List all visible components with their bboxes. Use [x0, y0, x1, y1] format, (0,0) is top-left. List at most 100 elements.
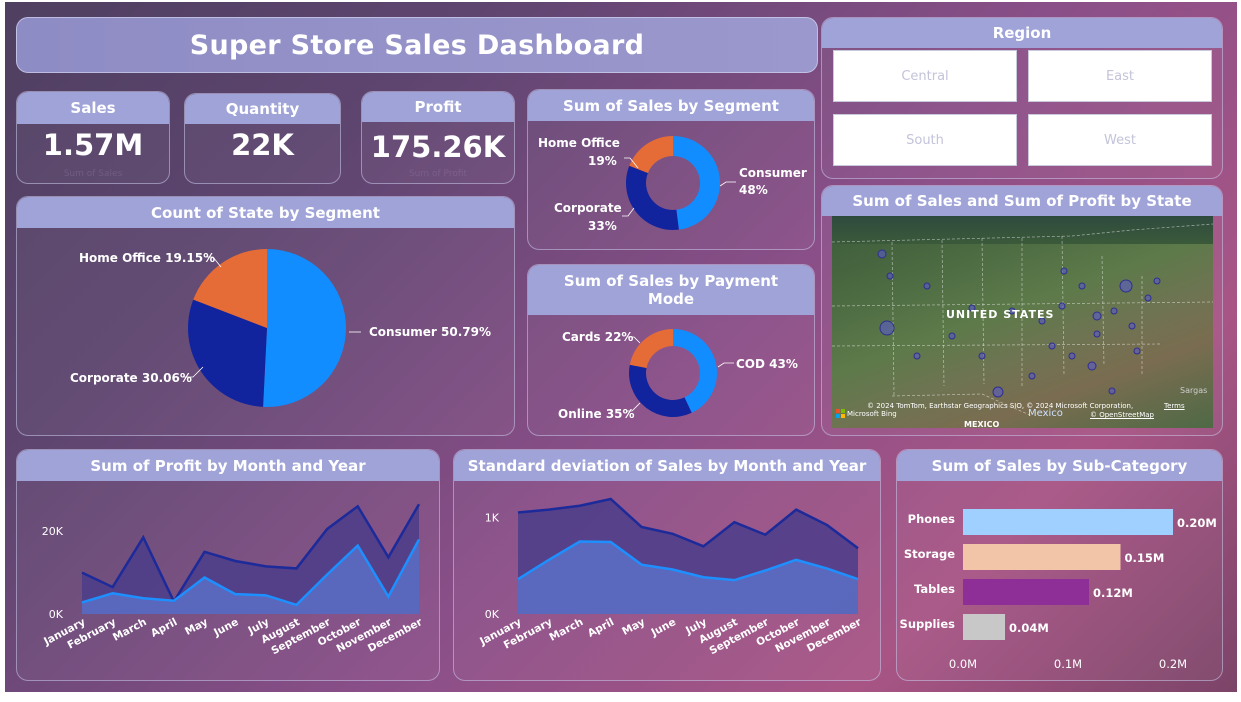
- bar-category-label: Tables: [914, 582, 955, 596]
- map-sargasso-label: Sargas: [1180, 386, 1208, 395]
- map-bubble[interactable]: [1144, 294, 1152, 302]
- bar-value-label: 0.12M: [1093, 586, 1133, 600]
- map-bubble[interactable]: [877, 249, 887, 259]
- map-bubble[interactable]: [978, 352, 986, 360]
- x-tick-label: May: [620, 616, 647, 638]
- map-attribution: © 2024 TomTom, Earthstar Geographics SIO…: [867, 402, 1134, 410]
- region-option-south[interactable]: South: [833, 114, 1017, 166]
- map-bubble[interactable]: [1108, 387, 1116, 395]
- kpi-card-sales: Sales 1.57M Sum of Sales: [16, 91, 170, 184]
- map-osm-link[interactable]: © OpenStreetMap: [1090, 411, 1154, 419]
- map-terms-link[interactable]: Terms: [1164, 402, 1185, 410]
- map-bubble[interactable]: [1058, 302, 1066, 310]
- segment-label-home-office: Home Office: [538, 136, 620, 150]
- map-country-label: UNITED STATES: [946, 308, 1055, 321]
- leader-line: [622, 207, 635, 217]
- slice-consumer[interactable]: [263, 249, 346, 407]
- x-tick-label: June: [648, 616, 677, 639]
- map-overlay: [832, 223, 1213, 417]
- leader-line: [719, 181, 736, 187]
- kpi-profit-sub: Sum of Profit: [408, 169, 468, 179]
- map-bubble[interactable]: [1128, 322, 1136, 330]
- map-bubble[interactable]: [1119, 279, 1133, 293]
- state-pie-chart: Home Office 19.15% Consumer 50.79% Corpo…: [70, 249, 491, 407]
- map-bubble[interactable]: [992, 386, 1004, 398]
- map-bubble[interactable]: [1092, 311, 1102, 321]
- profit-area-card: Sum of Profit by Month and Year 0K 20K Jan…: [16, 449, 440, 681]
- bing-label: Microsoft Bing: [847, 409, 897, 418]
- map-bubble[interactable]: [1133, 347, 1141, 355]
- x-tick-label: June: [211, 616, 240, 639]
- map-bubble[interactable]: [1087, 361, 1097, 371]
- payment-donut-slices: [629, 329, 717, 417]
- map-mexico-caps: MEXICO: [964, 420, 1000, 428]
- bar-phones[interactable]: [963, 509, 1173, 535]
- map-bubble[interactable]: [1048, 342, 1056, 350]
- map-bubble[interactable]: [886, 272, 894, 280]
- dashboard-canvas: Super Store Sales Dashboard Sales 1.57M …: [5, 2, 1237, 692]
- bar-supplies[interactable]: [963, 614, 1005, 640]
- y-tick-label: 0K: [485, 608, 500, 621]
- slice-consumer[interactable]: [673, 136, 721, 230]
- kpi-sales-label: Sales: [17, 92, 169, 124]
- map-bubble[interactable]: [1078, 282, 1086, 290]
- payment-label-online: Online 35%: [558, 407, 635, 421]
- state-map-title: Sum of Sales and Sum of Profit by State: [822, 186, 1222, 216]
- subcat-bar-chart: Phones 0.20M Storage 0.15M Tables 0.12M Suppli…: [900, 509, 1217, 671]
- state-label-home-office: Home Office 19.15%: [79, 251, 215, 265]
- kpi-profit-label: Profit: [362, 92, 514, 122]
- map-bubble[interactable]: [1093, 330, 1101, 338]
- bar-storage[interactable]: [963, 544, 1121, 570]
- slice-corporate[interactable]: [626, 165, 679, 231]
- x-tick-label: 0.1M: [1054, 657, 1082, 671]
- segment-pct-consumer: 48%: [739, 183, 768, 197]
- state-pie-card: Count of State by Segment Home Office 19…: [16, 196, 515, 436]
- state-map[interactable]: UNITED STATES Mexico MEXICO Sargas Micro…: [832, 216, 1213, 428]
- map-bubble[interactable]: [913, 352, 921, 360]
- bar-tables[interactable]: [963, 579, 1089, 605]
- microsoft-icon: [836, 409, 845, 418]
- state-pie-slices: [188, 249, 346, 407]
- segment-pct-corporate: 33%: [588, 219, 617, 233]
- map-bubble[interactable]: [948, 332, 956, 340]
- payment-donut-card: Sum of Sales by Payment Mode Cards 22% C…: [527, 264, 815, 436]
- slice-home-office[interactable]: [629, 136, 673, 174]
- map-bubble[interactable]: [879, 320, 895, 336]
- x-tick-label: March: [547, 616, 585, 644]
- map-bubble[interactable]: [923, 282, 931, 290]
- region-slicer: Region Central East South West: [821, 17, 1223, 179]
- payment-donut-chart: Cards 22% COD 43% Online 35%: [558, 329, 798, 421]
- bing-logo: Microsoft Bing: [836, 409, 897, 418]
- bar-value-label: 0.15M: [1125, 551, 1165, 565]
- map-bubble[interactable]: [1028, 372, 1036, 380]
- segment-donut-card: Sum of Sales by Segment Home Office 19% …: [527, 89, 815, 250]
- map-bubble[interactable]: [1060, 267, 1068, 275]
- kpi-sales-sub: Sum of Sales: [63, 169, 123, 179]
- stddev-area-card: Standard deviation of Sales by Month and…: [453, 449, 881, 681]
- region-option-east[interactable]: East: [1028, 50, 1212, 102]
- region-slicer-title: Region: [822, 18, 1222, 48]
- payment-label-cod: COD 43%: [736, 357, 798, 371]
- slice-cards[interactable]: [629, 329, 673, 368]
- state-label-corporate: Corporate 30.06%: [70, 371, 192, 385]
- map-bubble[interactable]: [1153, 277, 1161, 285]
- y-tick-label: 0K: [49, 608, 64, 621]
- x-tick-label: March: [111, 616, 149, 644]
- kpi-profit-value: 175.26K: [370, 130, 506, 164]
- kpi-quantity-value: 22K: [231, 128, 294, 162]
- slice-online[interactable]: [629, 364, 692, 417]
- bar-category-label: Phones: [908, 512, 956, 526]
- region-option-central[interactable]: Central: [833, 50, 1017, 102]
- map-bubble[interactable]: [1110, 307, 1118, 315]
- leader-line: [717, 362, 734, 368]
- status-bar: [0, 692, 1241, 702]
- segment-donut-chart: Home Office 19% Corporate 33% Consumer 4…: [538, 136, 807, 233]
- subcat-bar-card: Sum of Sales by Sub-Category Phones 0.20M…: [896, 449, 1223, 681]
- y-tick-label: 20K: [42, 525, 64, 538]
- region-option-west[interactable]: West: [1028, 114, 1212, 166]
- x-tick-label: April: [149, 616, 179, 640]
- map-bubble[interactable]: [1068, 352, 1076, 360]
- payment-label-cards: Cards 22%: [562, 330, 633, 344]
- map-bubbles: [877, 249, 1161, 398]
- kpi-card-profit: Profit 175.26K Sum of Profit: [361, 91, 515, 184]
